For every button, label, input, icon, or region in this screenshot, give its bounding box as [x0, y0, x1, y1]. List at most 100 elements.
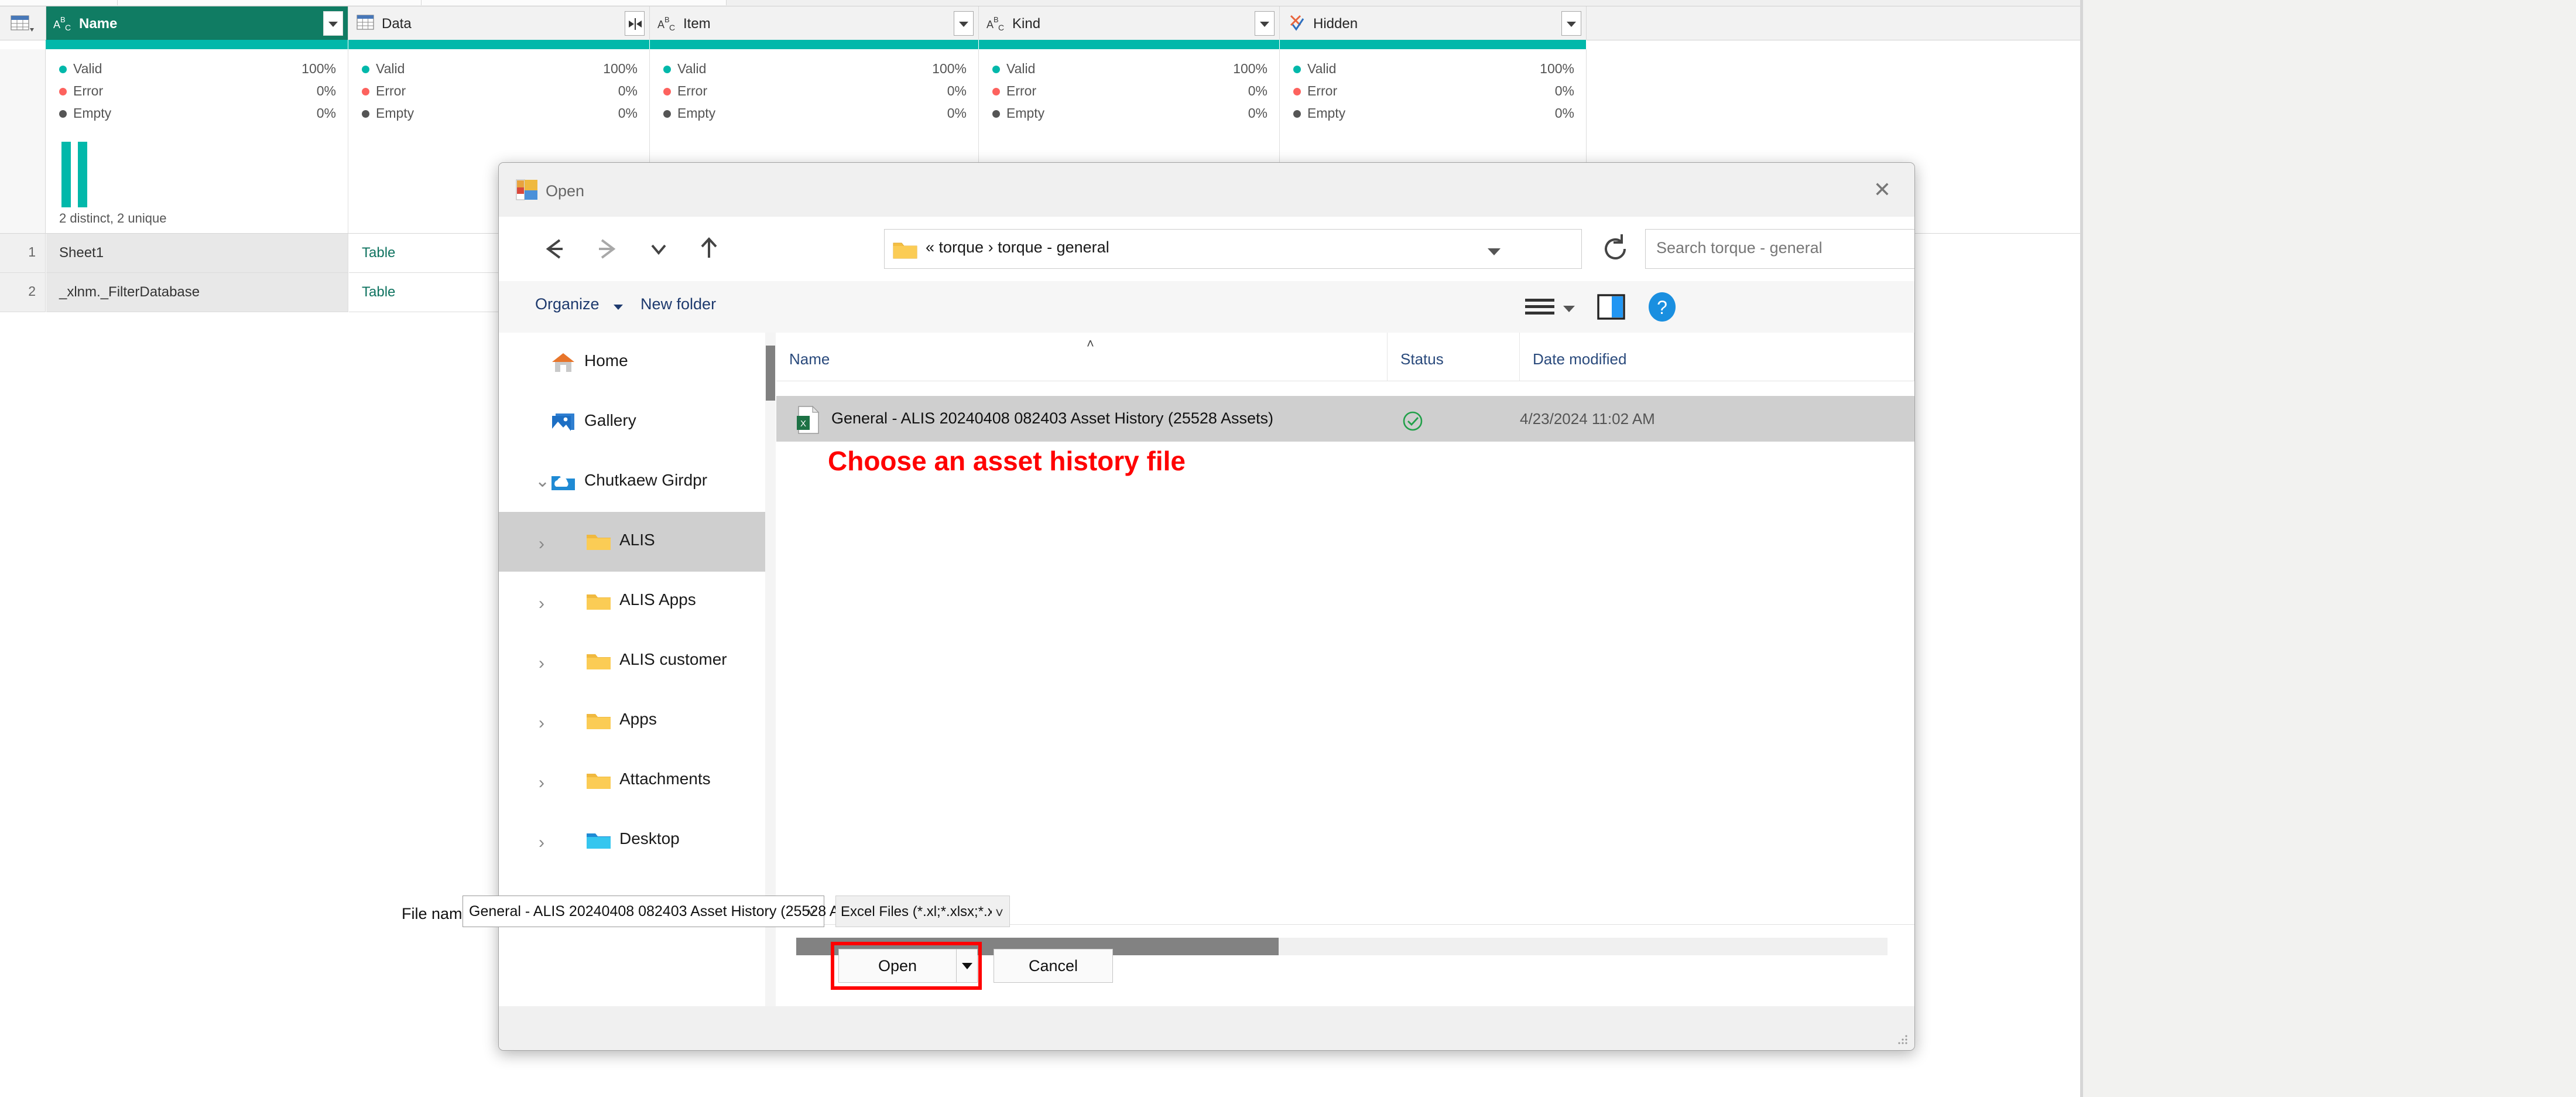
dialog-title-bar[interactable]: Open ✕	[499, 163, 1914, 217]
dialog-title-text: Open	[546, 182, 584, 200]
file-name-field[interactable]: General - ALIS 20240408 082403 Asset His…	[463, 896, 824, 927]
chevron-right-icon[interactable]: ›	[539, 534, 544, 554]
file-column-label: Name	[789, 350, 830, 368]
up-one-level-icon[interactable]	[690, 230, 728, 268]
cancel-button-label: Cancel	[994, 957, 1112, 975]
nav-item-alis[interactable]: ›ALIS	[499, 512, 768, 572]
nav-item-alis-apps[interactable]: ›ALIS Apps	[499, 572, 768, 631]
svg-text:C: C	[65, 23, 71, 32]
nav-item-home[interactable]: Home	[499, 333, 768, 392]
grid-column-header-row: ABCNameDataABCItem ABC Kind Hidden	[0, 6, 2082, 40]
cancel-button[interactable]: Cancel	[994, 949, 1113, 983]
quality-dot-icon	[663, 110, 671, 118]
preview-pane-icon[interactable]	[1595, 292, 1628, 322]
chevron-right-icon[interactable]: ›	[539, 833, 544, 853]
back-icon[interactable]	[535, 230, 574, 268]
nav-scrollbar-thumb[interactable]	[766, 346, 775, 401]
resize-grip-icon[interactable]	[1896, 1033, 1909, 1045]
svg-text:C: C	[669, 23, 675, 32]
nav-item-alis-customer[interactable]: ›ALIS customer	[499, 631, 768, 691]
column-header-data[interactable]: Data	[349, 6, 650, 40]
column-header-label: Kind	[1012, 16, 1040, 32]
dialog-navigation-bar: « torque › torque - general Search torqu…	[499, 217, 1914, 281]
forward-icon[interactable]	[588, 230, 626, 268]
quality-row: Error0%	[992, 82, 1270, 100]
nav-item-gallery[interactable]: Gallery	[499, 392, 768, 452]
svg-text:A: A	[986, 19, 994, 30]
onedrive-icon	[550, 471, 576, 493]
column-value-histogram	[46, 137, 348, 207]
file-column-header-status[interactable]: Status	[1388, 333, 1520, 381]
chevron-right-icon[interactable]: ›	[539, 654, 544, 674]
address-chevron-down-icon[interactable]	[1488, 248, 1501, 255]
chevron-right-icon[interactable]: ›	[539, 713, 544, 733]
desktop-folder-icon	[585, 829, 611, 852]
chevron-right-icon[interactable]: ›	[539, 773, 544, 793]
chevron-right-icon[interactable]: ›	[539, 594, 544, 614]
quality-percent: 0%	[317, 83, 336, 99]
column-header-kind[interactable]: ABCKind	[979, 6, 1280, 40]
file-type-chevron-down-icon[interactable]: ˅	[995, 905, 1003, 922]
organize-chevron-down-icon[interactable]	[614, 305, 623, 310]
search-placeholder: Search torque - general	[1656, 239, 1823, 257]
address-bar[interactable]: « torque › torque - general	[884, 229, 1582, 269]
open-split-dropdown-button[interactable]	[957, 949, 978, 983]
file-column-header-date-modified[interactable]: Date modified	[1520, 333, 1914, 381]
nav-item-apps[interactable]: ›Apps	[499, 691, 768, 751]
row-number: 2	[0, 273, 46, 312]
column-quality-profile-row: Valid100%Error0%Empty0%Valid100%Error0%E…	[0, 49, 2082, 138]
refresh-icon[interactable]	[1598, 232, 1632, 266]
cell-name[interactable]: _xlnm._FilterDatabase	[46, 273, 348, 312]
column-header-name[interactable]: ABCName	[46, 6, 348, 40]
quality-dot-icon	[663, 66, 671, 73]
file-date-modified: 4/23/2024 11:02 AM	[1520, 410, 1655, 428]
column-quality-bars	[46, 40, 1587, 49]
search-input[interactable]: Search torque - general	[1645, 229, 1915, 269]
file-name-text: General - ALIS 20240408 082403 Asset His…	[831, 409, 1273, 428]
quality-label: Empty	[73, 105, 111, 121]
quality-label: Error	[1307, 83, 1337, 99]
column-header-item[interactable]: ABCItem	[650, 6, 979, 40]
cell-name[interactable]: Sheet1	[46, 234, 348, 273]
nav-item-icon	[585, 710, 611, 732]
recent-locations-chevron-down-icon[interactable]	[639, 230, 678, 268]
quality-row: Error0%	[1293, 82, 1577, 100]
svg-text:A: A	[53, 19, 60, 30]
file-column-header-name[interactable]: Name	[776, 333, 1388, 381]
close-icon[interactable]: ✕	[1850, 163, 1914, 217]
nav-item-desktop[interactable]: ›Desktop	[499, 811, 768, 870]
chevron-down-icon[interactable]: ⌄	[535, 471, 550, 491]
svg-text:C: C	[998, 23, 1004, 32]
quality-percent: 100%	[302, 61, 336, 77]
expand-columns-icon[interactable]	[625, 11, 645, 36]
filter-dropdown-icon[interactable]	[1255, 11, 1275, 36]
file-type-select[interactable]: Excel Files (*.xl;*.xlsx;*.xlsm;*.xlsb ˅	[835, 896, 1010, 927]
filter-dropdown-icon[interactable]	[323, 11, 343, 36]
filter-dropdown-icon[interactable]	[1561, 11, 1581, 36]
column-header-hidden[interactable]: Hidden	[1280, 6, 1587, 40]
folder-icon	[585, 531, 611, 553]
file-name-chevron-down-icon[interactable]: ˅	[807, 905, 816, 922]
help-icon[interactable]: ?	[1646, 291, 1678, 323]
column-quality-bar	[979, 40, 1280, 49]
nav-item-attachments[interactable]: ›Attachments	[499, 751, 768, 811]
organize-button[interactable]: Organize	[535, 295, 600, 313]
nav-item-label: Gallery	[584, 411, 636, 430]
nav-item-icon	[585, 829, 611, 852]
abc-text-icon: ABC	[53, 13, 77, 33]
view-list-icon[interactable]	[1520, 292, 1559, 323]
home-icon	[550, 351, 576, 374]
open-button[interactable]: Open	[838, 949, 957, 983]
nav-item-icon	[550, 411, 576, 433]
view-chevron-down-icon[interactable]	[1563, 306, 1575, 312]
select-all-columns-button[interactable]	[0, 6, 46, 40]
file-list-item[interactable]: X General - ALIS 20240408 082403 Asset H…	[776, 396, 1914, 442]
column-header-label: Name	[79, 16, 117, 32]
nav-item-icon	[585, 531, 611, 553]
breadcrumb[interactable]: « torque › torque - general	[926, 238, 1109, 257]
svg-text:X: X	[800, 419, 806, 429]
filter-dropdown-icon[interactable]	[954, 11, 974, 36]
new-folder-button[interactable]: New folder	[640, 295, 716, 313]
quality-percent: 0%	[1248, 105, 1268, 121]
nav-item-chutkaew-girdpr[interactable]: ⌄Chutkaew Girdpr	[499, 452, 768, 512]
